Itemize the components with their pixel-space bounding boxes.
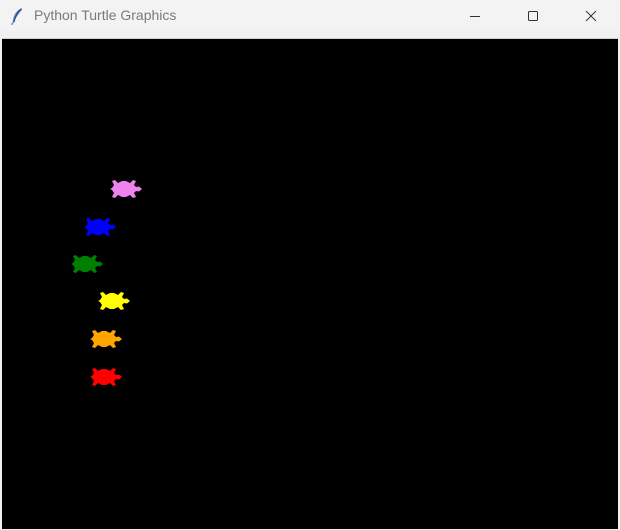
maximize-button[interactable] — [504, 0, 562, 31]
turtle-orange — [90, 330, 122, 348]
turtle-blue — [84, 218, 116, 236]
window-title: Python Turtle Graphics — [34, 7, 177, 23]
turtle-window: Python Turtle Graphics — [0, 0, 620, 530]
turtle-red — [90, 368, 122, 386]
maximize-icon — [528, 10, 538, 21]
minimize-icon — [470, 15, 480, 17]
title-bar[interactable]: Python Turtle Graphics — [0, 0, 620, 31]
turtle-canvas[interactable] — [2, 38, 618, 529]
turtle-yellow — [98, 292, 130, 310]
turtle-green — [71, 255, 103, 273]
window-controls — [446, 0, 620, 31]
close-button[interactable] — [562, 0, 620, 31]
turtle-violet — [110, 180, 142, 198]
feather-icon — [0, 0, 34, 31]
close-icon — [585, 10, 597, 21]
turtle-canvas-drawing — [71, 180, 142, 386]
minimize-button[interactable] — [446, 0, 504, 31]
